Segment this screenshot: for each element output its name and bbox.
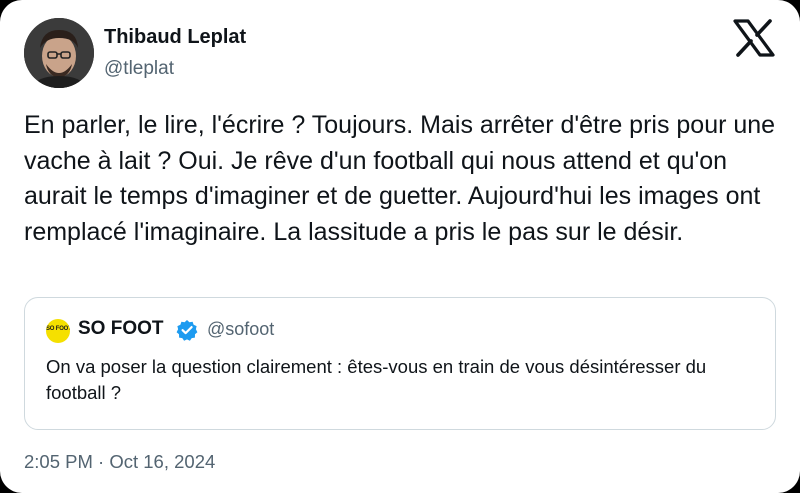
x-logo-icon[interactable] [733, 19, 775, 57]
tweet-text: En parler, le lire, l'écrire ? Toujours.… [24, 111, 776, 246]
quoted-avatar[interactable]: SO FOOT [46, 319, 70, 343]
quoted-author-name[interactable]: SO FOOT [78, 318, 164, 340]
quoted-author-handle[interactable]: @sofoot [207, 319, 274, 340]
author-name[interactable]: Thibaud Leplat [104, 26, 246, 49]
quoted-tweet-text: On va poser la question clairement : ête… [46, 356, 707, 403]
author-handle[interactable]: @tleplat [104, 58, 174, 80]
quoted-tweet[interactable]: SO FOOT SO FOOT @sofoot On va poser la q… [24, 297, 776, 430]
author-avatar[interactable] [24, 18, 94, 88]
author-photo [24, 18, 94, 88]
tweet-card: Thibaud Leplat @tleplat En parler, le li… [0, 0, 800, 493]
tweet-timestamp[interactable]: 2:05 PM · Oct 16, 2024 [24, 451, 215, 473]
sofoot-logo-text: SO FOOT [46, 326, 70, 332]
verified-badge-icon [176, 319, 198, 341]
